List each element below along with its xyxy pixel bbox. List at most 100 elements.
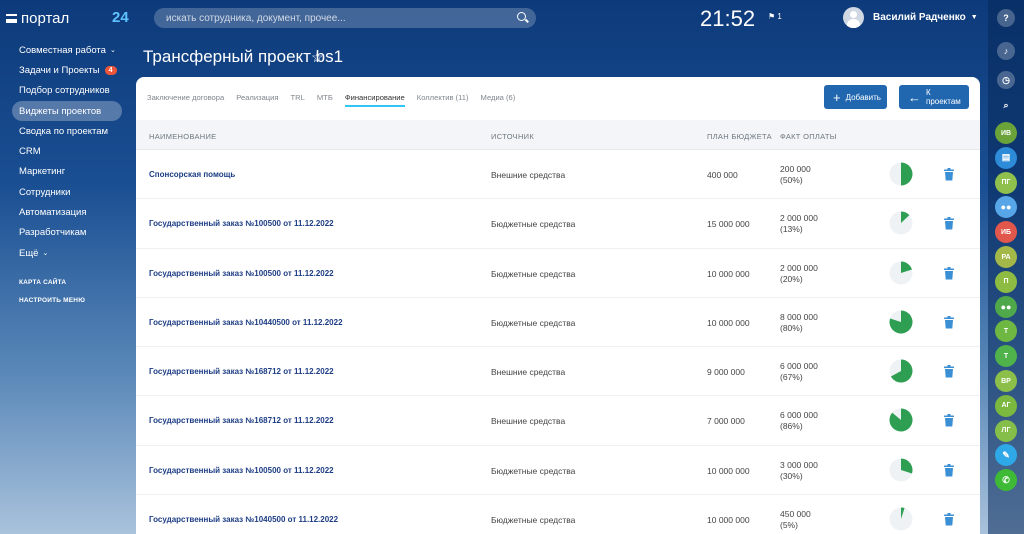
group-icon[interactable]: ●● [995,295,1017,318]
sidebar-item[interactable]: CRM [12,141,122,161]
sidebar-item[interactable]: Разработчикам [12,223,122,243]
row-name-link[interactable]: Государственный заказ №168712 от 11.12.2… [149,416,334,425]
contact-avatar[interactable]: АГ [995,394,1017,417]
delete-icon[interactable] [943,168,955,181]
column-header-source[interactable]: ИСТОЧНИК [491,132,534,141]
sidebar-item[interactable]: Задачи и Проекты 4 [12,60,122,80]
contact-avatar[interactable]: ИБ [995,221,1017,244]
column-header-fact[interactable]: ФАКТ ОПЛАТЫ [780,132,837,141]
row-fact: 6 000 000 (67%) [780,361,818,383]
row-fact: 200 000 (50%) [780,164,811,186]
fact-percent: (20%) [780,273,803,284]
delete-icon[interactable] [943,414,955,427]
tab[interactable]: Коллектив (11) [417,93,469,107]
contact-avatar[interactable]: П [995,270,1017,293]
row-source: Бюджетные средства [491,515,576,526]
chat-icon[interactable]: ▤ [995,146,1017,169]
user-menu[interactable]: Василий Радченко ▼ [843,7,978,28]
contact-avatar[interactable]: РА [995,246,1017,268]
sidebar-item[interactable]: Автоматизация [12,202,122,222]
new-chat-icon[interactable]: ✎ [995,444,1017,467]
delete-icon[interactable] [943,513,955,526]
row-name-link[interactable]: Государственный заказ №10440500 от 11.12… [149,318,343,327]
clock[interactable]: 21:52 [700,6,755,32]
contact-avatar[interactable]: ВР [995,370,1017,392]
group-icon[interactable]: ●● [995,196,1017,219]
sidebar-item-label: Автоматизация [19,207,87,219]
table-row[interactable]: Государственный заказ №10440500 от 11.12… [136,298,980,348]
table-row[interactable]: Государственный заказ №1040500 от 11.12.… [136,495,980,534]
delete-icon[interactable] [943,463,955,477]
contact-avatar[interactable]: ПГ [995,171,1017,194]
row-name-link[interactable]: Спонсорская помощь [149,170,235,179]
fact-amount: 6 000 000 [780,410,818,421]
portal-logo[interactable]: портал [6,10,69,27]
contact-avatar[interactable]: ИВ [995,122,1017,144]
row-name-link[interactable]: Государственный заказ №168712 от 11.12.2… [149,367,334,376]
star-icon[interactable]: ☆ [311,49,324,66]
tab[interactable]: Реализация [236,93,278,107]
sidebar-item[interactable]: Ещё ⌄ [12,243,122,263]
fact-amount: 2 000 000 [780,262,818,273]
plus-icon: + [833,89,841,105]
table-row[interactable]: Государственный заказ №100500 от 11.12.2… [136,446,980,496]
fact-amount: 6 000 000 [780,361,818,372]
search-input[interactable] [154,8,536,28]
delete-icon[interactable] [943,217,955,230]
sidebar-item[interactable]: Сотрудники [12,182,122,202]
row-name-link[interactable]: Государственный заказ №100500 от 11.12.2… [149,269,334,278]
tab[interactable]: TRL [291,93,305,107]
column-header-name[interactable]: НАИМЕНОВАНИЕ [149,132,216,141]
search-icon[interactable] [517,12,526,21]
contact-avatar[interactable]: ЛГ [995,419,1017,442]
flag-counter[interactable]: ⚑ 1 [768,12,782,21]
row-plan: 7 000 000 [707,416,745,427]
sidebar-item-label: Задачи и Проекты [19,64,100,76]
tab[interactable]: Медиа (6) [481,93,516,107]
row-name-link[interactable]: Государственный заказ №1040500 от 11.12.… [149,515,338,524]
sidebar-item-label: Сводка по проектам [19,125,109,137]
top-bar: портал 24 21:52 ⚑ 1 Василий Радченко ▼ [0,0,988,36]
tab[interactable]: МТБ [317,93,333,107]
table-row[interactable]: Государственный заказ №100500 от 11.12.2… [136,249,980,298]
search-icon[interactable]: ⌕ [997,96,1015,114]
flag-count: 1 [777,12,782,21]
row-name-link[interactable]: Государственный заказ №100500 от 11.12.2… [149,219,334,228]
row-name-link[interactable]: Государственный заказ №100500 от 11.12.2… [149,466,334,475]
row-fact: 2 000 000 (13%) [780,213,818,235]
fact-percent: (50%) [780,175,803,185]
main-card: Заключение договора Реализация TRL МТБ Финан… [136,77,980,534]
help-icon[interactable]: ? [997,9,1015,27]
bell-icon[interactable]: ♪ [997,42,1015,60]
delete-icon[interactable] [943,365,955,378]
delete-icon[interactable] [943,315,955,329]
timeline-icon[interactable]: ◷ [997,71,1015,89]
table-row[interactable]: Государственный заказ №168712 от 11.12.2… [136,396,980,446]
row-source: Внешние средства [491,416,566,427]
sidebar-item[interactable]: Подбор сотрудников [12,81,122,101]
table-row[interactable]: Государственный заказ №168712 от 11.12.2… [136,347,980,397]
column-header-plan[interactable]: ПЛАН БЮДЖЕТА [707,132,772,141]
sidebar-item[interactable]: Маркетинг [12,162,122,182]
sidebar-item[interactable]: Сводка по проектам [12,121,122,141]
row-fact: 6 000 000 (86%) [780,410,818,432]
tab[interactable]: Финансирование [344,93,405,107]
sidebar-item[interactable]: Виджеты проектов [12,100,122,122]
delete-icon[interactable] [943,266,955,280]
sidebar-item-label: CRM [19,146,41,158]
table-row[interactable]: Спонсорская помощь Внешние средства 400 00… [136,150,980,200]
sidebar-item-label: Сотрудники [19,186,71,198]
phone-icon[interactable]: ✆ [995,469,1017,492]
menu-icon[interactable] [6,14,17,23]
contact-avatar[interactable]: Т [995,345,1017,368]
tab[interactable]: Заключение договора [147,93,224,107]
sidebar-item[interactable]: Совместная работа ⌄ [12,40,122,60]
contact-avatar[interactable]: Т [995,320,1017,343]
configure-menu-link[interactable]: НАСТРОИТЬ МЕНЮ [12,291,122,309]
add-button[interactable]: + Добавить [824,85,887,109]
row-source: Бюджетные средства [491,268,576,279]
site-map-link[interactable]: КАРТА САЙТА [12,273,122,291]
table-row[interactable]: Государственный заказ №100500 от 11.12.2… [136,199,980,249]
to-projects-button[interactable]: ← К проектам [899,85,969,109]
